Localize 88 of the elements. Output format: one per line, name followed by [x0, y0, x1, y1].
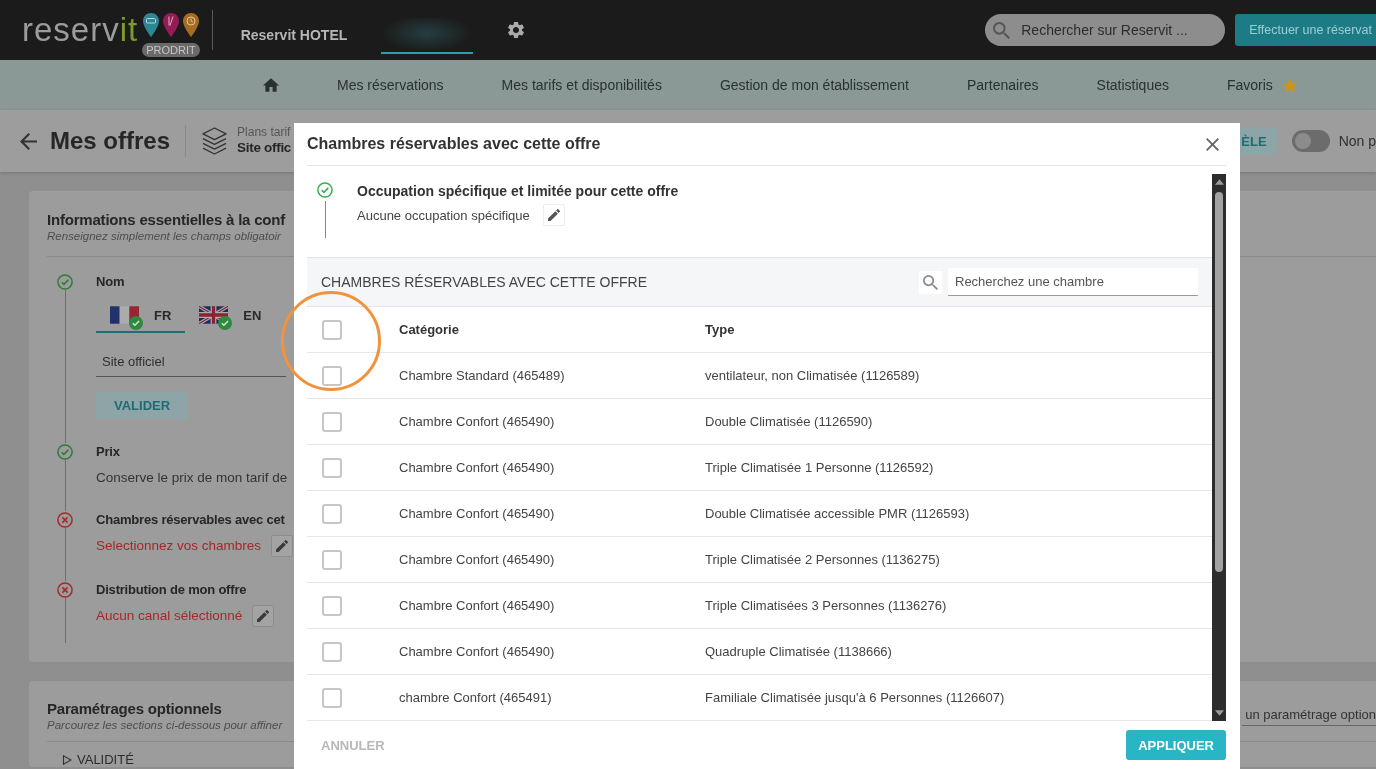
nav-item[interactable]: Statistiques [1096, 60, 1169, 110]
logo-text: reservit [22, 13, 139, 46]
column-header: Catégorie [399, 322, 459, 337]
checkbox[interactable] [322, 411, 342, 432]
scroll-down-arrow-icon[interactable] [1214, 710, 1224, 716]
pencil-icon [276, 540, 289, 552]
table-cell: Triple Climatisées 3 Personnes (1136276) [705, 598, 947, 613]
step-title: Prix [96, 443, 120, 461]
nav-item[interactable]: Partenaires [967, 60, 1039, 110]
panel-title: CHAMBRES RÉSERVABLES AVEC CETTE OFFRE [321, 274, 647, 290]
name-field[interactable]: Site officiel [96, 347, 286, 377]
layers-icon [202, 127, 228, 155]
nav-item[interactable]: Mes tarifs et disponibilités [501, 60, 662, 110]
nav-item[interactable]: Mes réservations [337, 60, 444, 110]
step-title: Distribution de mon offre [96, 581, 247, 599]
table-cell: Triple Climatisée 1 Personne (1126592) [705, 460, 934, 475]
step-warning-text: Aucun canal sélectionné [96, 607, 243, 625]
model-button[interactable]: ÈLE [1239, 127, 1277, 155]
select-all-checkbox[interactable] [322, 319, 342, 340]
nav-item[interactable]: Gestion de mon établissement [719, 60, 909, 110]
step-warning-text: Selectionnez vos chambres [96, 537, 262, 555]
table-cell: Triple Climatisée 2 Personnes (1136275) [705, 552, 940, 567]
card-title: Paramétrages optionnels [47, 700, 222, 718]
close-icon[interactable] [1206, 137, 1219, 151]
table-cell: Chambre Confort (465490) [399, 644, 555, 659]
checkbox[interactable] [322, 365, 342, 386]
nav-item[interactable]: Favoris [1226, 60, 1298, 110]
search-field[interactable]: un paramétrage option [1242, 704, 1376, 726]
checkbox[interactable] [322, 595, 342, 616]
edit-button[interactable] [271, 535, 294, 557]
language-tab[interactable]: FR [96, 299, 186, 333]
step-text: Conserve le prix de mon tarif de [96, 469, 288, 487]
validate-button[interactable]: VALIDER [96, 392, 189, 419]
page-title: Mes offres [50, 127, 171, 155]
scrollbar-thumb[interactable] [1215, 192, 1223, 572]
checkbox[interactable] [322, 457, 342, 478]
checkbox[interactable] [322, 549, 342, 570]
map-pin-icon [182, 13, 199, 37]
toggle-label: Non p [1338, 133, 1376, 149]
table-cell: ventilateur, non Climatisée (1126589) [705, 368, 920, 383]
table-cell: Double Climatisée (1126590) [705, 414, 873, 429]
step-title: Nom [96, 273, 125, 291]
search-icon [919, 270, 942, 294]
map-pin-icon [142, 13, 159, 37]
breadcrumb-value: Site offic [237, 140, 292, 156]
booking-button[interactable]: Effectuer une réservat [1235, 14, 1376, 46]
pencil-icon [547, 209, 560, 221]
back-arrow-icon[interactable] [20, 132, 37, 150]
search-icon [993, 21, 1011, 39]
settings-icon[interactable] [508, 22, 525, 38]
table-cell: chambre Confort (465491) [399, 690, 552, 705]
checkbox[interactable] [322, 641, 342, 662]
section-title: Occupation spécifique et limitée pour cette offre [357, 182, 679, 200]
table-cell: Chambre Confort (465490) [399, 460, 555, 475]
dialog-title: Chambres réservables avec cette offre [307, 135, 601, 153]
card-title: Informations essentielles à la conf [47, 211, 286, 229]
occupation-text: Aucune occupation spécifique [357, 207, 530, 223]
table-cell: Chambre Confort (465490) [399, 552, 555, 567]
edit-button[interactable] [252, 605, 275, 627]
table-cell: Chambre Confort (465490) [399, 598, 555, 613]
card-subtitle: Renseignez simplement les champs obligatoir [47, 229, 281, 243]
home-icon[interactable] [263, 78, 279, 92]
language-tab[interactable]: EN [185, 299, 276, 333]
room-search-field[interactable]: Recherchez une chambre [948, 268, 1198, 296]
france-flag-icon [110, 306, 139, 324]
scroll-up-arrow-icon[interactable] [1214, 179, 1224, 185]
table-cell: Quadruple Climatisée (1138666) [705, 644, 892, 659]
search-field[interactable]: Rechercher sur Reservit ... [985, 14, 1226, 46]
checkbox[interactable] [322, 503, 342, 524]
table-cell: Familiale Climatisée jusqu'à 6 Personnes (1126607) [705, 690, 1005, 705]
card-subtitle: Parcourez les sections ci-dessous pour affiner [47, 718, 283, 732]
table-cell: Chambre Standard (465489) [399, 368, 565, 383]
section-toggle[interactable]: VALIDITÉ [62, 752, 134, 767]
environment-badge: PRODRIT [142, 43, 200, 57]
table-cell: Chambre Confort (465490) [399, 506, 555, 521]
pencil-icon [257, 610, 270, 622]
top-tab[interactable]: Reservit HOTEL [240, 18, 348, 54]
apply-button[interactable]: APPLIQUER [1126, 730, 1226, 760]
table-cell: Double Climatisée accessible PMR (1126593) [705, 506, 970, 521]
scrollbar[interactable] [1212, 174, 1226, 721]
checkbox[interactable] [322, 687, 342, 708]
column-header: Type [705, 322, 735, 337]
breadcrumb-label: Plans tarif [237, 126, 291, 141]
star-icon [1281, 77, 1298, 93]
toggle-switch[interactable] [1291, 130, 1330, 152]
table-cell: Chambre Confort (465490) [399, 414, 555, 429]
step-title: Chambres réservables avec cet [96, 511, 285, 529]
map-pin-icon [162, 13, 179, 37]
